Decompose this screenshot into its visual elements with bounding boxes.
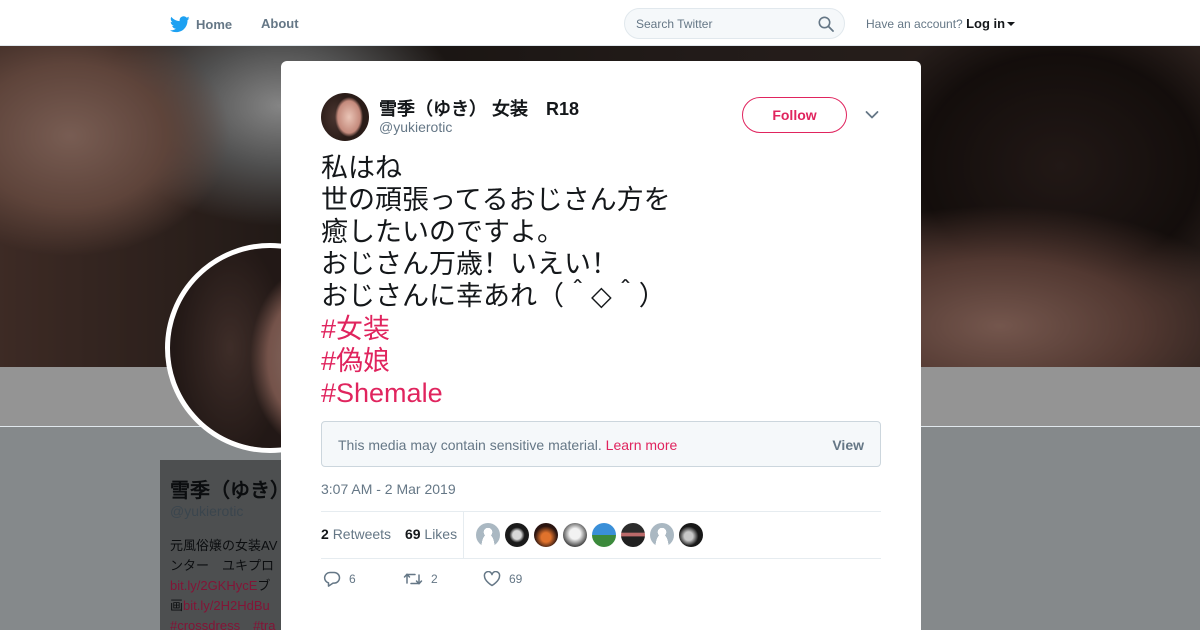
liker-avatar[interactable] xyxy=(476,523,500,547)
author-handle[interactable]: @yukierotic xyxy=(379,119,452,135)
reply-icon[interactable] xyxy=(323,571,341,587)
tweet-stats: 2 Retweets 69 Likes xyxy=(321,526,457,542)
liker-avatar[interactable] xyxy=(563,523,587,547)
liker-avatars xyxy=(476,523,703,547)
liker-avatar[interactable] xyxy=(592,523,616,547)
liker-avatar[interactable] xyxy=(621,523,645,547)
liker-avatar[interactable] xyxy=(679,523,703,547)
caret-down-icon[interactable] xyxy=(1007,22,1016,26)
retweets-label: Retweets xyxy=(332,526,392,542)
divider xyxy=(463,512,464,558)
account-prompt: Have an account? xyxy=(866,17,963,31)
retweets-stat[interactable]: 2 Retweets xyxy=(321,526,391,542)
divider xyxy=(321,558,881,559)
liker-avatar[interactable] xyxy=(505,523,529,547)
retweet-count: 2 xyxy=(431,572,438,586)
tweet-text: 私はね 世の頑張ってるおじさん方を 癒したいのですよ。 おじさん万歳！いえい！ … xyxy=(321,153,671,409)
tweet-text-line: おじさんに幸あれ（＾◇＾） xyxy=(321,281,666,312)
chevron-down-icon[interactable] xyxy=(865,110,879,120)
tweet-text-line: おじさん万歳！いえい！ xyxy=(321,249,618,280)
heart-icon[interactable] xyxy=(483,571,501,587)
tweet-text-line: 世の頑張ってるおじさん方を xyxy=(321,185,671,216)
search-input[interactable] xyxy=(636,15,806,33)
search-box[interactable] xyxy=(624,8,845,39)
sensitive-message: This media may contain sensitive materia… xyxy=(338,437,677,453)
retweet-icon[interactable] xyxy=(403,571,423,587)
tweet-timestamp[interactable]: 3:07 AM - 2 Mar 2019 xyxy=(321,481,456,497)
top-navigation: Home About Have an account? Log in xyxy=(0,0,1200,46)
tweet-actions: 6 2 69 xyxy=(323,571,563,587)
follow-button[interactable]: Follow xyxy=(742,97,847,133)
home-label: Home xyxy=(196,16,233,32)
overlay-dim xyxy=(160,460,285,630)
view-button[interactable]: View xyxy=(832,437,864,453)
retweets-count: 2 xyxy=(321,526,329,542)
close-icon[interactable] xyxy=(1156,14,1178,36)
sensitive-media-notice: This media may contain sensitive materia… xyxy=(321,421,881,467)
like-count: 69 xyxy=(509,572,523,586)
home-link[interactable]: Home xyxy=(170,12,232,36)
hashtag-link[interactable]: #女装 xyxy=(321,313,671,345)
reply-count: 6 xyxy=(349,572,356,586)
author-avatar[interactable] xyxy=(321,93,369,141)
about-link[interactable]: About xyxy=(261,16,299,31)
likes-stat[interactable]: 69 Likes xyxy=(405,526,457,542)
likes-label: Likes xyxy=(424,526,458,542)
hashtag-link[interactable]: #Shemale xyxy=(321,377,671,409)
tweet-text-line: 癒したいのですよ。 xyxy=(321,217,564,248)
liker-avatar[interactable] xyxy=(534,523,558,547)
retweet-action[interactable]: 2 xyxy=(403,571,483,587)
account-area: Have an account? Log in xyxy=(866,16,1016,31)
like-action[interactable]: 69 xyxy=(483,571,563,587)
tweet-modal: 雪季（ゆき） 女装 R18 @yukierotic Follow 私はね 世の頑… xyxy=(281,61,921,630)
hashtag-link[interactable]: #偽娘 xyxy=(321,345,671,377)
tweet-text-line: 私はね xyxy=(321,153,402,184)
liker-avatar[interactable] xyxy=(650,523,674,547)
sensitive-text: This media may contain sensitive materia… xyxy=(338,437,602,453)
likes-count: 69 xyxy=(404,526,421,542)
author-name[interactable]: 雪季（ゆき） 女装 R18 xyxy=(379,95,579,121)
reply-action[interactable]: 6 xyxy=(323,571,403,587)
learn-more-link[interactable]: Learn more xyxy=(606,437,678,453)
search-icon[interactable] xyxy=(818,16,834,32)
divider xyxy=(321,511,881,512)
login-link[interactable]: Log in xyxy=(966,16,1005,31)
twitter-bird-icon xyxy=(170,15,190,32)
